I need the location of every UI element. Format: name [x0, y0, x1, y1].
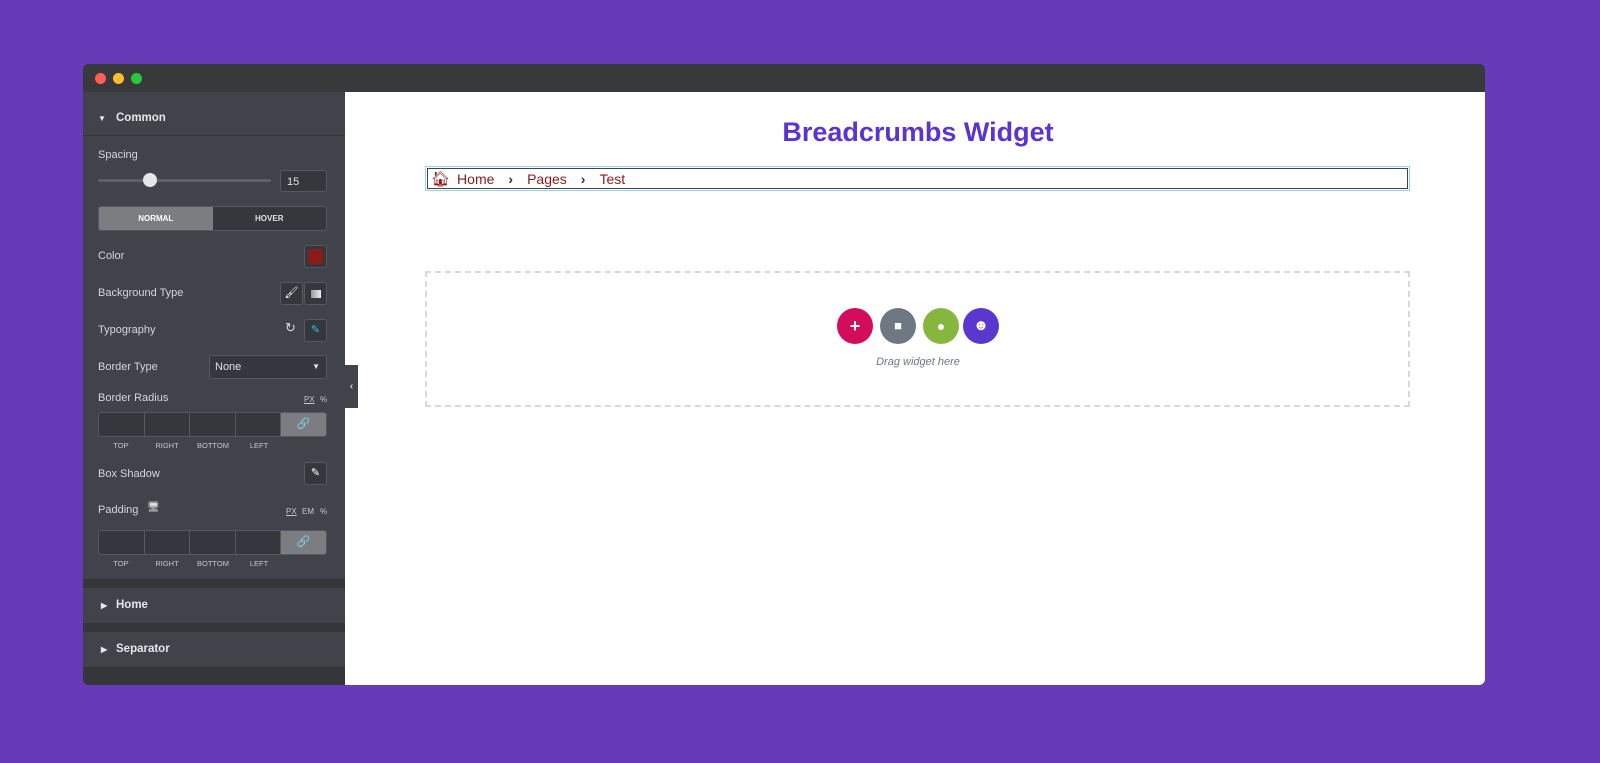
brush-icon[interactable]: 🖌 — [280, 282, 303, 305]
border-radius-inputs: 🔗 — [98, 412, 327, 437]
link-icon[interactable]: 🔗 — [281, 531, 326, 554]
background-type-label: Background Type — [98, 287, 184, 299]
side-label: RIGHT — [155, 441, 179, 450]
edit-typography-pencil-icon[interactable]: ✎ — [304, 319, 327, 342]
minimize-window-button[interactable] — [113, 73, 124, 84]
unit-percent[interactable]: % — [320, 507, 327, 516]
drag-hint: Drag widget here — [876, 356, 960, 368]
side-label: TOP — [113, 559, 129, 568]
breadcrumb-test: Test — [599, 170, 626, 187]
unit-percent[interactable]: % — [320, 395, 327, 404]
padding-top-input[interactable] — [99, 531, 145, 554]
home-icon: 🏠︎ — [431, 170, 451, 188]
maximize-window-button[interactable] — [131, 73, 142, 84]
preview-canvas: Breadcrumbs Widget 🏠︎ Home › Pages › Tes… — [345, 92, 1485, 685]
border-radius-label: Border Radius — [98, 392, 169, 404]
section-title: Common — [116, 112, 166, 124]
reset-icon[interactable]: ↻ — [285, 320, 296, 336]
edit-box-shadow-pencil-icon[interactable]: ✎ — [304, 462, 327, 485]
radius-top-input[interactable] — [99, 413, 145, 436]
box-shadow-label: Box Shadow — [98, 468, 160, 480]
spacing-label: Spacing — [98, 149, 138, 161]
drop-zone[interactable] — [425, 271, 1410, 407]
leaf-icon[interactable]: ● — [923, 308, 959, 344]
add-section-button[interactable]: + — [837, 308, 873, 344]
caret-right-icon: ▶ — [101, 601, 108, 610]
side-label: RIGHT — [155, 559, 179, 568]
section-title: Home — [116, 599, 148, 611]
unit-px[interactable]: PX — [286, 507, 297, 516]
chevron-down-icon: ▼ — [312, 362, 320, 371]
side-label: BOTTOM — [197, 559, 229, 568]
tab-normal[interactable]: NORMAL — [99, 207, 213, 230]
chevron-right-icon: › — [580, 170, 586, 187]
folder-icon[interactable]: ■ — [880, 308, 916, 344]
breadcrumb-pages[interactable]: Pages — [527, 171, 567, 187]
chevron-right-icon: › — [508, 170, 514, 187]
border-type-select[interactable]: None ▼ — [209, 355, 327, 379]
app-window: ▼ Common Spacing 15 NORMAL HOVER Color B… — [83, 64, 1485, 685]
typography-label: Typography — [98, 324, 156, 336]
padding-label: Padding — [98, 504, 139, 516]
color-label: Color — [98, 250, 125, 262]
side-label: BOTTOM — [197, 441, 229, 450]
side-label: TOP — [113, 441, 129, 450]
padding-bottom-input[interactable] — [190, 531, 236, 554]
page-title: Breadcrumbs Widget — [782, 117, 1054, 147]
side-label: LEFT — [249, 559, 269, 568]
breadcrumb: 🏠︎ Home › Pages › Test — [427, 168, 1408, 189]
spacing-slider-handle[interactable] — [143, 173, 157, 187]
border-type-label: Border Type — [98, 361, 158, 373]
border-type-value: None — [215, 361, 242, 373]
unit-px[interactable]: PX — [304, 395, 315, 404]
desktop-icon[interactable]: 🖥 — [147, 502, 160, 513]
section-common-header[interactable]: ▼ Common — [83, 101, 345, 136]
side-label: LEFT — [249, 441, 269, 450]
settings-panel: ▼ Common Spacing 15 NORMAL HOVER Color B… — [83, 92, 345, 685]
section-home-header[interactable]: ▶ Home — [83, 588, 345, 623]
padding-inputs: 🔗 — [98, 530, 327, 555]
gradient-icon[interactable] — [304, 282, 327, 305]
color-picker-button[interactable] — [304, 245, 327, 268]
radius-bottom-input[interactable] — [190, 413, 236, 436]
happy-face-icon[interactable]: ☻ — [963, 308, 999, 344]
section-title: Separator — [116, 643, 170, 655]
unit-em[interactable]: EM — [302, 507, 314, 516]
collapse-panel-button[interactable]: ‹ — [345, 365, 358, 408]
radius-right-input[interactable] — [144, 413, 191, 436]
spacing-input[interactable]: 15 — [280, 170, 327, 192]
radius-left-input[interactable] — [235, 413, 282, 436]
close-window-button[interactable] — [95, 73, 106, 84]
caret-down-icon: ▼ — [98, 114, 106, 123]
padding-left-input[interactable] — [235, 531, 282, 554]
section-separator-header[interactable]: ▶ Separator — [83, 632, 345, 667]
spacing-slider[interactable] — [98, 179, 271, 182]
title-bar — [83, 64, 1485, 92]
breadcrumb-home[interactable]: Home — [457, 171, 494, 187]
breadcrumb-widget[interactable]: 🏠︎ Home › Pages › Test — [425, 166, 1410, 191]
link-icon[interactable]: 🔗 — [281, 413, 326, 436]
tab-hover[interactable]: HOVER — [212, 207, 326, 230]
caret-right-icon: ▶ — [101, 645, 108, 654]
padding-right-input[interactable] — [144, 531, 191, 554]
